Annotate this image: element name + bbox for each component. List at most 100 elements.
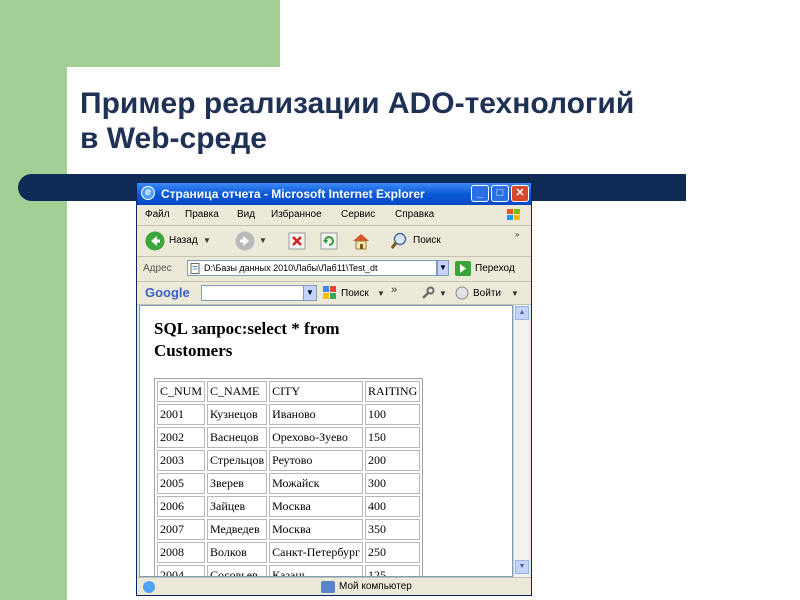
scroll-up-icon[interactable]: ▲ (515, 306, 529, 320)
table-cell: Можайск (269, 473, 363, 494)
menu-bar: Файл Правка Вид Избранное Сервис Справка (137, 205, 531, 226)
google-search-menu-icon[interactable]: ▼ (377, 289, 385, 298)
address-input[interactable]: D:\Базы данных 2010\Лабы\Лаб11\Test_dt (187, 260, 437, 276)
ie-window: e Страница отчета - Microsoft Internet E… (136, 182, 532, 596)
security-zone-label: Мой компьютер (339, 581, 412, 592)
refresh-icon[interactable] (319, 231, 339, 251)
search-icon[interactable] (389, 231, 409, 251)
column-header: CITY (269, 381, 363, 402)
maximize-button[interactable]: □ (491, 185, 509, 202)
slide-title: Пример реализации ADO-технологий в Web-с… (80, 86, 780, 156)
window-titlebar[interactable]: e Страница отчета - Microsoft Internet E… (137, 183, 531, 205)
stop-icon[interactable] (287, 231, 307, 251)
signin-dropdown-icon[interactable]: ▼ (511, 289, 519, 298)
address-label: Адрес (143, 263, 172, 274)
ie-logo-icon: e (141, 186, 155, 200)
computer-zone-icon (321, 581, 335, 593)
table-row: 2002 Васнецов Орехово-Зуево 150 (157, 427, 421, 448)
back-dropdown-icon[interactable]: ▼ (203, 236, 211, 245)
minimize-button[interactable]: _ (471, 185, 489, 202)
google-search-dropdown-icon[interactable]: ▼ (303, 285, 317, 301)
table-cell: 2004 (157, 565, 206, 576)
table-header-row: C_NUM C_NAME CITY RAITING (157, 381, 421, 402)
table-cell: Орехово-Зуево (269, 427, 363, 448)
google-search-label[interactable]: Поиск (341, 288, 369, 299)
page-icon (190, 263, 200, 274)
wrench-icon[interactable] (421, 286, 435, 300)
menu-help[interactable]: Справка (395, 209, 434, 220)
google-logo: Google (145, 285, 190, 300)
table-cell: Стрельцов (207, 450, 268, 471)
table-row: 2005 Зверев Можайск 300 (157, 473, 421, 494)
back-arrow-icon[interactable] (145, 231, 165, 251)
table-cell: 125 (364, 565, 421, 576)
toolbar-overflow-icon[interactable]: » (515, 230, 519, 239)
table-cell: 250 (364, 542, 421, 563)
menu-view[interactable]: Вид (237, 209, 255, 220)
google-toolbar-overflow-icon[interactable]: » (391, 284, 397, 296)
table-cell: 150 (364, 427, 421, 448)
signin-circle-icon[interactable] (455, 286, 469, 300)
table-row: 2001 Кузнецов Иваново 100 (157, 404, 421, 425)
sql-query-line1: SQL запрос:select * from (154, 319, 340, 338)
table-cell: 2003 (157, 450, 206, 471)
table-cell: 300 (364, 473, 421, 494)
table-row: 2008 Волков Санкт-Петербург 250 (157, 542, 421, 563)
column-header: C_NUM (157, 381, 206, 402)
standard-toolbar: Назад ▼ ▼ Поиск » (137, 226, 531, 257)
sql-query-heading: SQL запрос:select * from Customers (154, 318, 494, 362)
table-cell: Казань (269, 565, 363, 576)
settings-dropdown-icon[interactable]: ▼ (439, 289, 447, 298)
go-button-label[interactable]: Переход (475, 263, 515, 274)
menu-file[interactable]: Файл (145, 209, 170, 220)
close-button[interactable]: ✕ (511, 185, 529, 202)
slide-title-line2: в Web-среде (80, 122, 267, 155)
table-cell: 2008 (157, 542, 206, 563)
slide-title-line1: Пример реализации ADO-технологий (80, 87, 635, 120)
table-cell: Иваново (269, 404, 363, 425)
column-header: RAITING (364, 381, 421, 402)
google-search-input[interactable] (201, 285, 317, 301)
table-cell: Зверев (207, 473, 268, 494)
table-cell: Волков (207, 542, 268, 563)
scroll-down-icon[interactable]: ▼ (515, 560, 529, 574)
table-cell: 2007 (157, 519, 206, 540)
table-row: 2006 Зайцев Москва 400 (157, 496, 421, 517)
table-cell: 2002 (157, 427, 206, 448)
signin-label[interactable]: Войти (473, 288, 501, 299)
table-cell: 2005 (157, 473, 206, 494)
table-cell: 2001 (157, 404, 206, 425)
google-search-icon[interactable] (323, 286, 337, 300)
windows-flag-icon (507, 209, 520, 220)
table-row: 2007 Медведев Москва 350 (157, 519, 421, 540)
table-cell: Реутово (269, 450, 363, 471)
table-cell: Васнецов (207, 427, 268, 448)
menu-tools[interactable]: Сервис (341, 209, 375, 220)
address-bar: Адрес D:\Базы данных 2010\Лабы\Лаб11\Tes… (137, 257, 531, 282)
table-cell: 2006 (157, 496, 206, 517)
page-status-icon (143, 581, 155, 593)
table-cell: Кузнецов (207, 404, 268, 425)
slide-green-block (67, 0, 280, 67)
window-title: Страница отчета - Microsoft Internet Exp… (161, 187, 425, 201)
table-cell: Зайцев (207, 496, 268, 517)
table-cell: 400 (364, 496, 421, 517)
status-bar: Мой компьютер (137, 577, 531, 595)
vertical-scrollbar[interactable]: ▲ ▼ (513, 305, 529, 577)
sql-query-line2: Customers (154, 341, 233, 360)
table-row: 2004 Сосовьев Казань 125 (157, 565, 421, 576)
table-cell: Санкт-Петербург (269, 542, 363, 563)
forward-dropdown-icon[interactable]: ▼ (259, 236, 267, 245)
table-row: 2003 Стрельцов Реутово 200 (157, 450, 421, 471)
back-button-label[interactable]: Назад (169, 235, 198, 246)
home-icon[interactable] (351, 231, 371, 251)
go-arrow-icon[interactable] (455, 261, 471, 276)
page-content: SQL запрос:select * from Customers C_NUM… (139, 305, 513, 577)
search-button-label[interactable]: Поиск (413, 235, 441, 246)
table-cell: 350 (364, 519, 421, 540)
menu-edit[interactable]: Правка (185, 209, 219, 220)
forward-arrow-icon[interactable] (235, 231, 255, 251)
slide-green-bar (0, 0, 67, 600)
address-dropdown-icon[interactable]: ▼ (437, 260, 449, 276)
menu-favorites[interactable]: Избранное (271, 209, 322, 220)
